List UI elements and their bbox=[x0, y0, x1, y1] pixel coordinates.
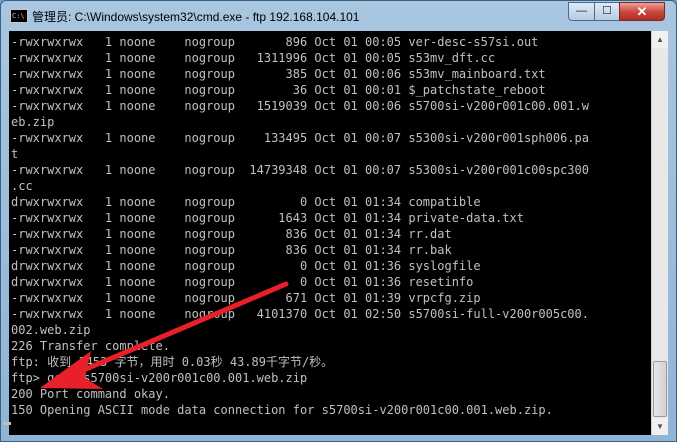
console-line: eb.zip bbox=[11, 115, 55, 129]
title-bar[interactable]: C:\ 管理员: C:\Windows\system32\cmd.exe - f… bbox=[1, 1, 676, 31]
cmd-window: C:\ 管理员: C:\Windows\system32\cmd.exe - f… bbox=[0, 0, 677, 442]
console-line: -rwxrwxrwx 1 noone nogroup 836 Oct 01 01… bbox=[11, 227, 452, 241]
close-button[interactable]: ✕ bbox=[619, 2, 665, 21]
console-line: ftp> get s5700si-v200r001c00.001.web.zip bbox=[11, 371, 308, 385]
window-title: 管理员: C:\Windows\system32\cmd.exe - ftp 1… bbox=[32, 10, 360, 24]
scroll-down-arrow-icon[interactable]: ▼ bbox=[652, 418, 668, 435]
minimize-button[interactable]: — bbox=[568, 2, 595, 21]
console-line: ftp: 收到 1453 字节，用时 0.03秒 43.89千字节/秒。 bbox=[11, 355, 334, 369]
console-line: 200 Port command okay. bbox=[11, 387, 170, 401]
console-line: -rwxrwxrwx 1 noone nogroup 14739348 Oct … bbox=[11, 163, 589, 177]
scroll-thumb[interactable] bbox=[653, 361, 667, 417]
cmd-app-icon[interactable]: C:\ bbox=[10, 9, 28, 23]
console-line: -rwxrwxrwx 1 noone nogroup 1311996 Oct 0… bbox=[11, 51, 496, 65]
console-line: -rwxrwxrwx 1 noone nogroup 385 Oct 01 00… bbox=[11, 67, 546, 81]
scroll-up-arrow-icon[interactable]: ▲ bbox=[652, 31, 668, 48]
vertical-scrollbar[interactable]: ▲ ▼ bbox=[651, 31, 668, 435]
console-output[interactable]: -rwxrwxrwx 1 noone nogroup 896 Oct 01 00… bbox=[9, 31, 651, 435]
text-cursor bbox=[3, 422, 11, 425]
console-line: drwxrwxrwx 1 noone nogroup 0 Oct 01 01:3… bbox=[11, 195, 481, 209]
console-line: 150 Opening ASCII mode data connection f… bbox=[11, 403, 553, 417]
console-line: -rwxrwxrwx 1 noone nogroup 1643 Oct 01 0… bbox=[11, 211, 524, 225]
console-line: -rwxrwxrwx 1 noone nogroup 671 Oct 01 01… bbox=[11, 291, 481, 305]
console-line: -rwxrwxrwx 1 noone nogroup 133495 Oct 01… bbox=[11, 131, 589, 145]
console-line: 226 Transfer complete. bbox=[11, 339, 170, 353]
console-text: -rwxrwxrwx 1 noone nogroup 896 Oct 01 00… bbox=[11, 34, 589, 418]
console-line: -rwxrwxrwx 1 noone nogroup 1519039 Oct 0… bbox=[11, 99, 589, 113]
console-line: -rwxrwxrwx 1 noone nogroup 836 Oct 01 01… bbox=[11, 243, 452, 257]
console-line: t bbox=[11, 147, 19, 161]
console-line: -rwxrwxrwx 1 noone nogroup 896 Oct 01 00… bbox=[11, 35, 539, 49]
maximize-button[interactable]: ☐ bbox=[594, 2, 620, 21]
console-line: 002.web.zip bbox=[11, 323, 91, 337]
console-line: .cc bbox=[11, 179, 33, 193]
console-line: -rwxrwxrwx 1 noone nogroup 36 Oct 01 00:… bbox=[11, 83, 546, 97]
console-line: drwxrwxrwx 1 noone nogroup 0 Oct 01 01:3… bbox=[11, 259, 481, 273]
console-line: drwxrwxrwx 1 noone nogroup 0 Oct 01 01:3… bbox=[11, 275, 474, 289]
console-line: -rwxrwxrwx 1 noone nogroup 4101370 Oct 0… bbox=[11, 307, 589, 321]
